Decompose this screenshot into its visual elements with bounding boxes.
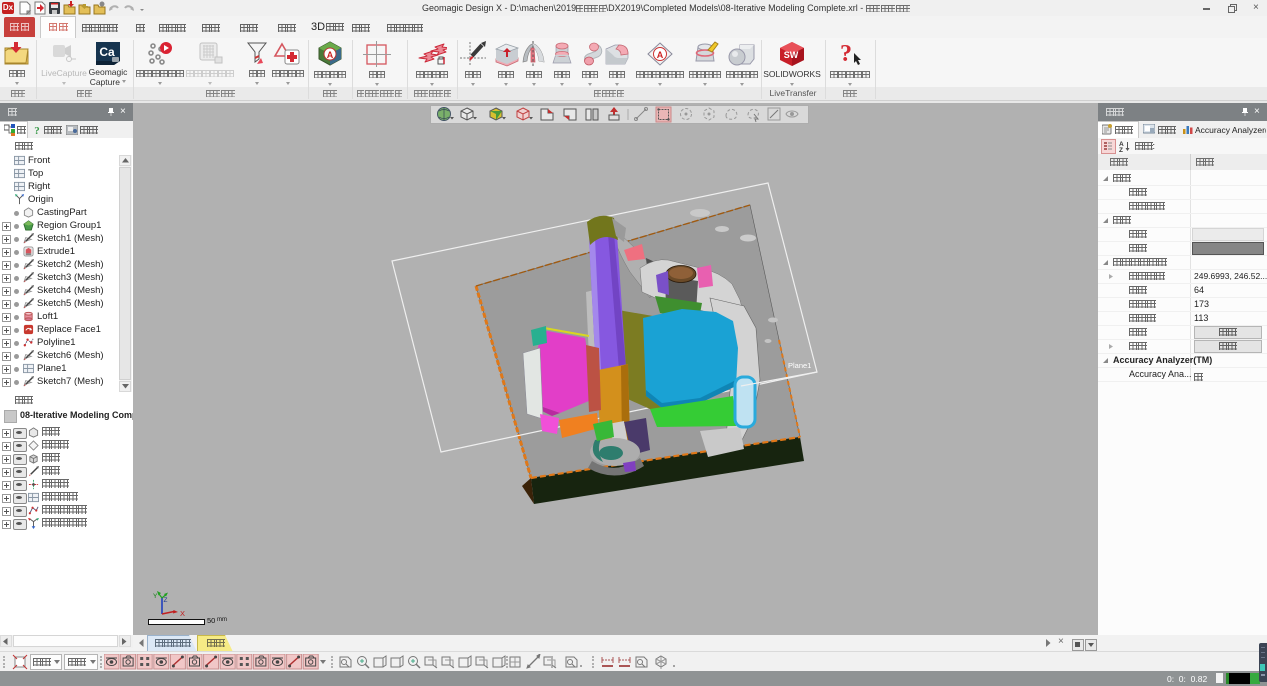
svg-text:?: ? [840,41,852,67]
svg-text:Z: Z [164,597,168,604]
svg-text:Y: Y [153,593,158,600]
svg-text:Plane1: Plane1 [788,361,811,370]
svg-text:A: A [657,50,664,60]
svg-text:Ca: Ca [99,45,115,59]
svg-text:SW: SW [784,50,799,60]
svg-text:?: ? [34,125,40,136]
svg-text:Z: Z [1119,147,1123,152]
svg-text:A: A [327,50,334,60]
svg-text:X: X [180,609,185,618]
